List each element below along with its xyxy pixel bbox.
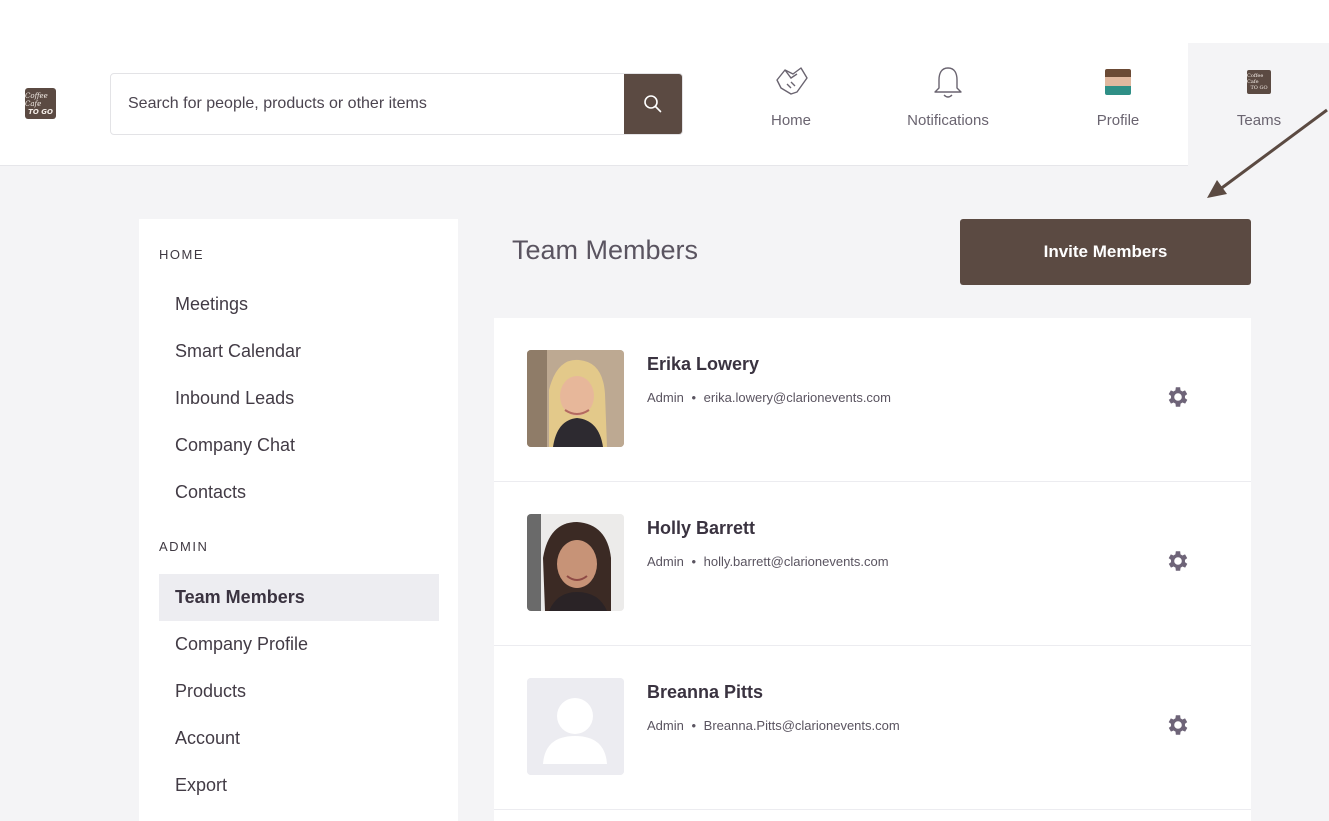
meta-separator: • — [691, 554, 697, 569]
nav-notifications-label: Notifications — [907, 112, 989, 129]
team-logo-icon: Coffee Cafe TO GO — [1247, 70, 1271, 94]
search-icon — [644, 95, 662, 113]
meta-separator: • — [691, 390, 697, 405]
person-photo-icon — [527, 514, 624, 611]
page-title: Team Members — [512, 235, 699, 265]
member-name: Holly Barrett — [647, 518, 756, 538]
member-row[interactable]: Breanna Pitts Admin • Breanna.Pitts@clar… — [494, 646, 1251, 810]
gear-icon[interactable] — [1165, 712, 1191, 738]
search-input[interactable] — [111, 74, 626, 134]
sidebar-item-inbound-leads[interactable]: Inbound Leads — [159, 375, 439, 422]
sidebar-item-company-chat[interactable]: Company Chat — [159, 422, 439, 469]
bell-icon — [934, 67, 962, 98]
member-row[interactable]: Holly Barrett Admin • holly.barrett@clar… — [494, 482, 1251, 646]
search-bar — [110, 73, 683, 135]
member-role: Admin — [647, 718, 684, 733]
member-row[interactable]: Erika Lowery Admin • erika.lowery@clario… — [494, 318, 1251, 482]
sidebar-item-export[interactable]: Export — [159, 762, 439, 809]
annotation-arrow-icon — [1207, 108, 1328, 198]
nav-notifications[interactable]: Notifications — [887, 62, 1009, 142]
sidebar-heading-home: HOME — [159, 247, 204, 262]
member-name: Breanna Pitts — [647, 682, 764, 702]
member-email: Breanna.Pitts@clarionevents.com — [703, 718, 900, 733]
sidebar: HOME Meetings Smart Calendar Inbound Lea… — [139, 219, 458, 821]
sidebar-item-team-members[interactable]: Team Members — [159, 574, 439, 621]
invite-members-button[interactable]: Invite Members — [960, 219, 1251, 285]
search-button[interactable] — [624, 74, 682, 134]
sidebar-item-contacts[interactable]: Contacts — [159, 469, 439, 516]
nav-profile-label: Profile — [1096, 112, 1140, 129]
gear-icon[interactable] — [1165, 384, 1191, 410]
logo-line1: Coffee Cafe — [25, 91, 48, 108]
person-photo-icon — [527, 350, 624, 447]
member-meta: Admin • Breanna.Pitts@clarionevents.com — [647, 718, 900, 733]
team-members-list: Erika Lowery Admin • erika.lowery@clario… — [494, 318, 1251, 821]
sidebar-item-account[interactable]: Account — [159, 715, 439, 762]
member-meta: Admin • erika.lowery@clarionevents.com — [647, 390, 891, 405]
sidebar-item-products[interactable]: Products — [159, 668, 439, 715]
member-avatar-placeholder — [527, 678, 624, 775]
sidebar-item-meetings[interactable]: Meetings — [159, 281, 439, 328]
member-email: holly.barrett@clarionevents.com — [703, 554, 889, 569]
sidebar-item-smart-calendar[interactable]: Smart Calendar — [159, 328, 439, 375]
nav-home-label: Home — [770, 112, 811, 129]
member-avatar — [527, 350, 624, 447]
sidebar-heading-admin: ADMIN — [159, 539, 209, 554]
meta-separator: • — [691, 718, 697, 733]
member-name: Erika Lowery — [647, 354, 760, 374]
profile-avatar — [1105, 69, 1131, 95]
handshake-icon — [776, 67, 808, 95]
team-logo-line1: Coffee Cafe — [1247, 73, 1264, 85]
nav-profile[interactable]: Profile — [1083, 62, 1153, 142]
member-meta: Admin • holly.barrett@clarionevents.com — [647, 554, 889, 569]
logo-line2: TO GO — [28, 107, 53, 116]
company-logo[interactable]: Coffee Cafe TO GO — [25, 88, 56, 119]
top-navigation-bar: Coffee Cafe TO GO Home Noti — [0, 0, 1329, 166]
team-logo-line2: TO GO — [1250, 85, 1268, 91]
member-email: erika.lowery@clarionevents.com — [703, 390, 891, 405]
nav-home[interactable]: Home — [756, 62, 826, 142]
default-user-icon — [527, 678, 624, 775]
gear-icon[interactable] — [1165, 548, 1191, 574]
sidebar-item-company-profile[interactable]: Company Profile — [159, 621, 439, 668]
member-role: Admin — [647, 554, 684, 569]
member-role: Admin — [647, 390, 684, 405]
member-avatar — [527, 514, 624, 611]
